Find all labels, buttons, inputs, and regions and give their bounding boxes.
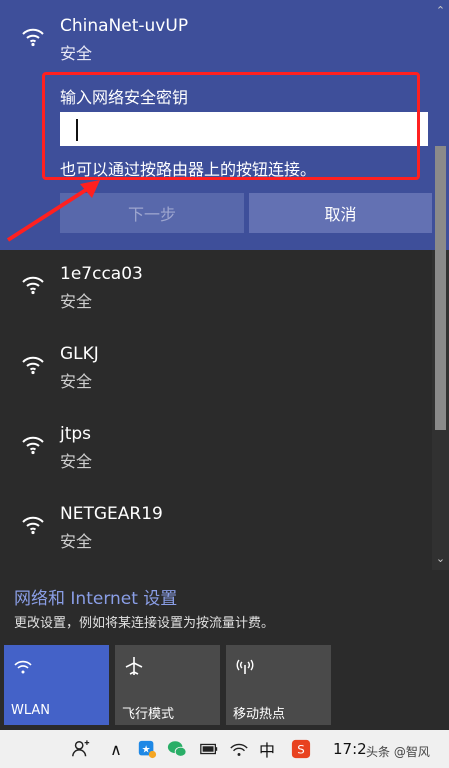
- watermark-text: 头条 @智风: [366, 745, 430, 759]
- network-status: 安全: [60, 44, 93, 63]
- cancel-button[interactable]: 取消: [249, 193, 432, 233]
- network-item-expanded[interactable]: ChinaNet-uvUP 安全: [0, 0, 432, 80]
- chevron-up-icon[interactable]: ∧: [107, 738, 125, 760]
- wifi-icon: [20, 510, 46, 540]
- network-name: jtps: [60, 424, 92, 444]
- wlan-toggle-tile[interactable]: WLAN: [4, 645, 109, 725]
- network-name: GLKJ: [60, 344, 99, 364]
- wifi-icon: [20, 350, 46, 380]
- taskbar: ∧ ★ 中 S 17:2 头条 @智风: [0, 730, 449, 768]
- sogou-input-icon[interactable]: S: [290, 738, 312, 760]
- network-settings-link[interactable]: 网络和 Internet 设置: [14, 584, 177, 609]
- wifi-icon: [20, 270, 46, 300]
- network-list-scrollbar[interactable]: ⌃ ⌄: [432, 0, 449, 570]
- wifi-icon: [12, 655, 34, 677]
- network-item[interactable]: NETGEAR19 安全: [0, 490, 432, 570]
- tile-label: WLAN: [11, 703, 51, 718]
- network-name: ChinaNet-uvUP: [60, 16, 189, 36]
- network-item[interactable]: GLKJ 安全: [0, 330, 432, 410]
- tile-label: 飞行模式: [122, 707, 175, 722]
- wifi-icon[interactable]: [228, 738, 250, 760]
- airplane-icon: [123, 655, 145, 677]
- annotation-highlight-box: [42, 72, 420, 180]
- network-status: 安全: [60, 372, 93, 391]
- network-status: 安全: [60, 292, 93, 311]
- hotspot-icon: [234, 655, 256, 677]
- app-tray-icon[interactable]: ★: [136, 738, 158, 760]
- wifi-icon: [20, 22, 46, 52]
- network-settings-description: 更改设置，例如将某连接设置为按流量计费。: [14, 616, 275, 631]
- network-item[interactable]: jtps 安全: [0, 410, 432, 490]
- people-icon[interactable]: [70, 738, 92, 760]
- network-name: 1e7cca03: [60, 264, 143, 284]
- network-item[interactable]: 1e7cca03 安全: [0, 250, 432, 330]
- scroll-down-icon[interactable]: ⌄: [432, 552, 449, 568]
- tile-label: 移动热点: [233, 707, 286, 722]
- mobile-hotspot-tile[interactable]: 移动热点: [226, 645, 331, 725]
- scroll-thumb[interactable]: [435, 146, 446, 430]
- network-status: 安全: [60, 532, 93, 551]
- clock-time[interactable]: 17:2: [333, 740, 367, 758]
- svg-text:S: S: [297, 743, 305, 757]
- annotation-arrow: [6, 180, 100, 242]
- scroll-up-icon[interactable]: ⌃: [432, 4, 449, 20]
- battery-icon[interactable]: [198, 738, 220, 760]
- wechat-icon[interactable]: [166, 738, 188, 760]
- wifi-icon: [20, 430, 46, 460]
- ime-indicator[interactable]: 中: [256, 738, 278, 760]
- airplane-mode-tile[interactable]: 飞行模式: [115, 645, 220, 725]
- network-name: NETGEAR19: [60, 504, 163, 524]
- network-status: 安全: [60, 452, 93, 471]
